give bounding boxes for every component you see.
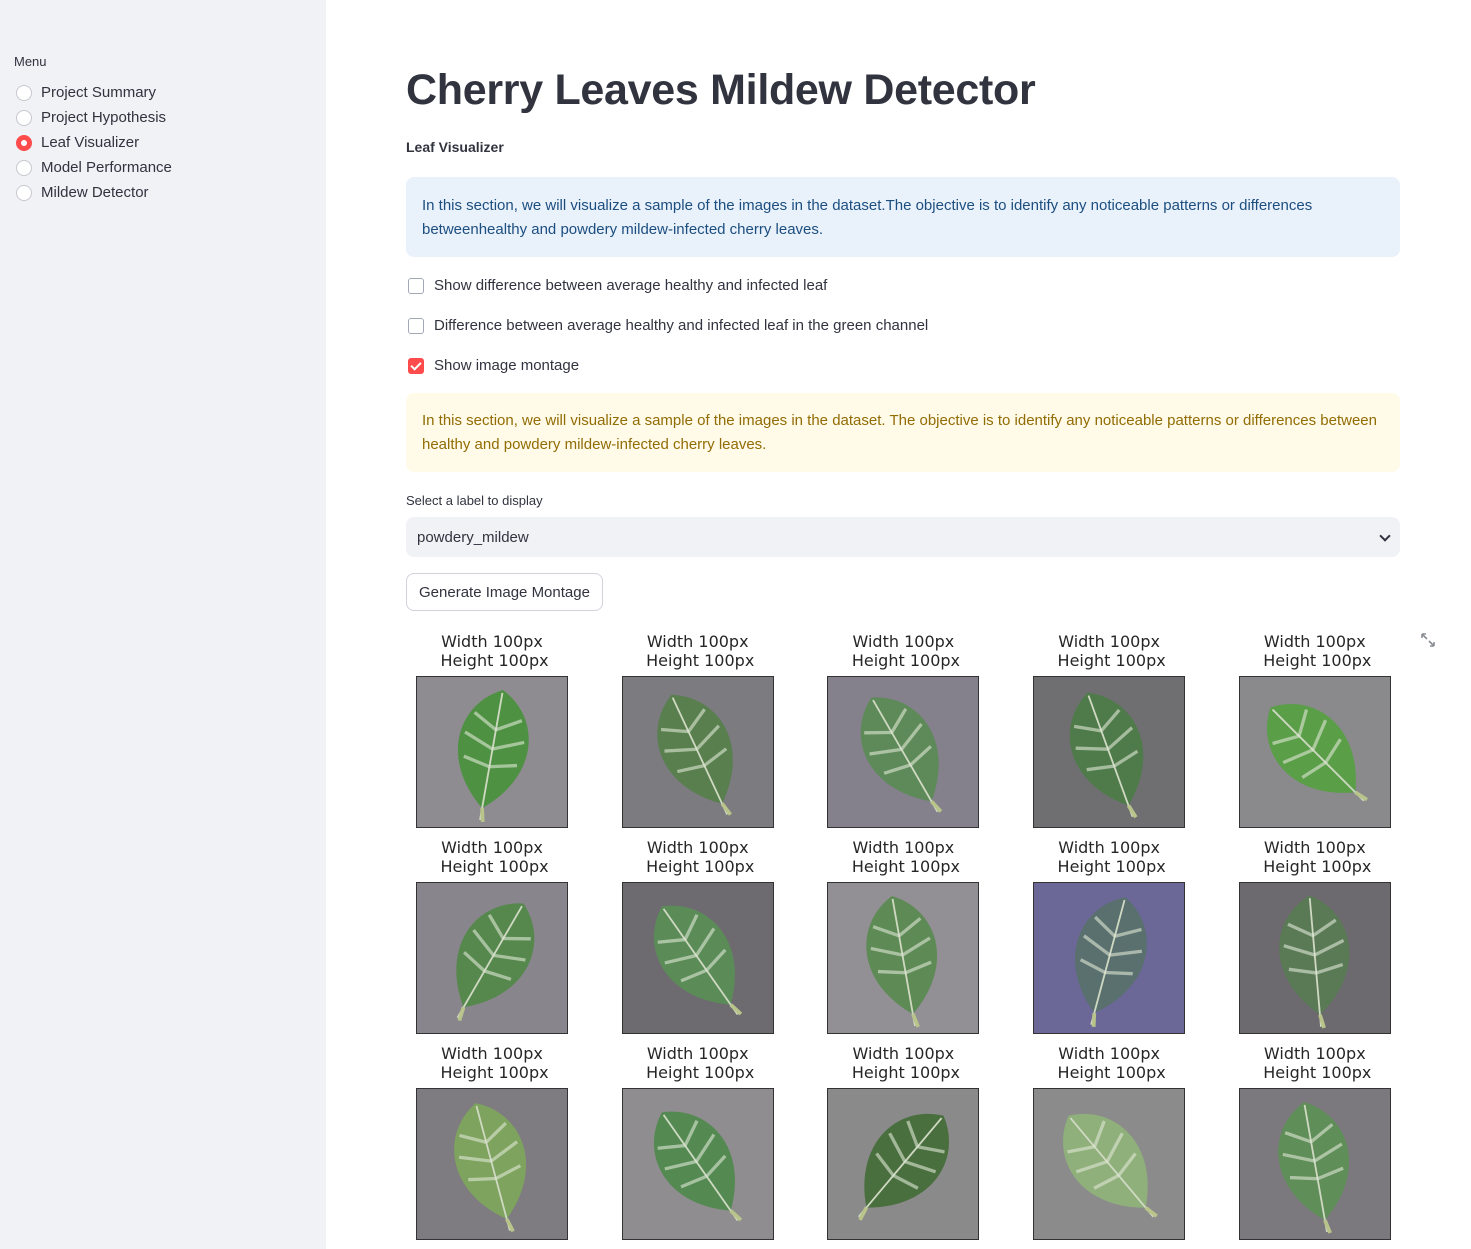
leaf-icon — [1034, 1089, 1185, 1239]
leaf-image — [416, 676, 568, 828]
image-caption: Width 100px Height 100px — [646, 838, 755, 876]
checkbox-show-difference[interactable]: Show difference between average healthy … — [408, 277, 827, 294]
leaf-icon — [1034, 677, 1185, 827]
leaf-icon — [828, 677, 979, 827]
checkbox-label: Show difference between average healthy … — [434, 277, 828, 294]
montage-cell: Width 100px Height 100px — [827, 1044, 980, 1240]
montage-cell: Width 100px Height 100px — [1033, 838, 1186, 1034]
leaf-image — [827, 1088, 980, 1240]
montage-cell: Width 100px Height 100px — [416, 632, 568, 828]
menu-label: Menu — [14, 54, 47, 69]
leaf-icon — [1239, 883, 1390, 1033]
radio-button-icon[interactable] — [16, 84, 32, 101]
image-caption: Width 100px Height 100px — [851, 632, 960, 670]
leaf-icon — [622, 677, 773, 827]
menu-radio-group: Project Summary Project Hypothesis Leaf … — [16, 80, 172, 205]
checkbox-icon[interactable] — [408, 317, 424, 334]
section-subtitle: Leaf Visualizer — [406, 139, 504, 155]
leaf-image — [1033, 676, 1186, 828]
page-title: Cherry Leaves Mildew Detector — [406, 66, 1036, 114]
leaf-image — [621, 1088, 774, 1240]
leaf-image — [1033, 882, 1186, 1034]
leaf-icon — [828, 883, 979, 1033]
leaf-icon — [828, 1089, 979, 1239]
montage-cell: Width 100px Height 100px — [827, 632, 980, 828]
image-caption: Width 100px Height 100px — [851, 838, 960, 876]
checkbox-green-channel[interactable]: Difference between average healthy and i… — [408, 317, 928, 334]
select-value: powdery_mildew — [417, 528, 529, 546]
radio-button-selected-icon[interactable] — [16, 134, 32, 151]
menu-item-label: Model Performance — [41, 159, 172, 176]
leaf-image — [827, 882, 980, 1034]
montage-cell: Width 100px Height 100px — [621, 838, 774, 1034]
leaf-icon — [622, 883, 773, 1033]
leaf-icon — [622, 1089, 773, 1239]
radio-button-icon[interactable] — [16, 184, 32, 201]
leaf-image — [621, 676, 774, 828]
label-select-dropdown[interactable]: powdery_mildew — [406, 517, 1400, 557]
leaf-image — [827, 676, 980, 828]
image-caption: Width 100px Height 100px — [440, 1044, 549, 1082]
montage-cell: Width 100px Height 100px — [621, 1044, 774, 1240]
leaf-icon — [417, 883, 567, 1033]
montage-cell: Width 100px Height 100px — [416, 838, 568, 1034]
menu-item-project-hypothesis[interactable]: Project Hypothesis — [16, 105, 172, 130]
image-caption: Width 100px Height 100px — [851, 1044, 960, 1082]
radio-button-icon[interactable] — [16, 109, 32, 126]
checkbox-checked-icon[interactable] — [408, 357, 424, 374]
leaf-icon — [417, 677, 567, 827]
leaf-icon — [1034, 883, 1185, 1033]
checkbox-icon[interactable] — [408, 277, 424, 294]
warning-alert: In this section, we will visualize a sam… — [406, 393, 1400, 472]
image-caption: Width 100px Height 100px — [1263, 1044, 1372, 1082]
generate-montage-button[interactable]: Generate Image Montage — [406, 573, 603, 611]
leaf-image — [621, 882, 774, 1034]
montage-cell: Width 100px Height 100px — [827, 838, 980, 1034]
select-label: Select a label to display — [406, 493, 543, 508]
image-caption: Width 100px Height 100px — [1263, 838, 1372, 876]
image-caption: Width 100px Height 100px — [440, 632, 549, 670]
menu-item-label: Project Hypothesis — [41, 109, 167, 126]
menu-item-label: Leaf Visualizer — [41, 134, 140, 151]
leaf-image — [1238, 882, 1391, 1034]
checkbox-label: Difference between average healthy and i… — [434, 317, 929, 334]
montage-cell: Width 100px Height 100px — [1238, 1044, 1391, 1240]
image-caption: Width 100px Height 100px — [646, 632, 755, 670]
info-alert: In this section, we will visualize a sam… — [406, 177, 1400, 257]
chevron-down-icon[interactable] — [1379, 532, 1389, 542]
leaf-image — [1238, 676, 1391, 828]
checkbox-show-montage[interactable]: Show image montage — [408, 357, 579, 374]
menu-item-model-performance[interactable]: Model Performance — [16, 155, 172, 180]
montage-cell: Width 100px Height 100px — [621, 632, 774, 828]
menu-item-mildew-detector[interactable]: Mildew Detector — [16, 180, 172, 205]
montage-cell: Width 100px Height 100px — [416, 1044, 568, 1240]
radio-button-icon[interactable] — [16, 159, 32, 176]
leaf-image — [416, 882, 568, 1034]
montage-cell: Width 100px Height 100px — [1238, 838, 1391, 1034]
menu-item-label: Project Summary — [41, 84, 157, 101]
montage-cell: Width 100px Height 100px — [1033, 632, 1186, 828]
leaf-icon — [417, 1089, 567, 1239]
menu-item-leaf-visualizer[interactable]: Leaf Visualizer — [16, 130, 172, 155]
menu-item-label: Mildew Detector — [41, 184, 149, 201]
expand-icon[interactable] — [1420, 632, 1436, 648]
montage-cell: Width 100px Height 100px — [1238, 632, 1391, 828]
montage-cell: Width 100px Height 100px — [1033, 1044, 1186, 1240]
checkbox-label: Show image montage — [434, 357, 580, 374]
leaf-image — [1238, 1088, 1391, 1240]
image-caption: Width 100px Height 100px — [1057, 838, 1166, 876]
image-caption: Width 100px Height 100px — [1057, 632, 1166, 670]
leaf-image — [1033, 1088, 1186, 1240]
sidebar: Menu Project Summary Project Hypothesis … — [0, 0, 326, 1249]
menu-item-project-summary[interactable]: Project Summary — [16, 80, 172, 105]
image-caption: Width 100px Height 100px — [440, 838, 549, 876]
leaf-image — [416, 1088, 568, 1240]
leaf-icon — [1239, 1089, 1390, 1239]
image-caption: Width 100px Height 100px — [1057, 1044, 1166, 1082]
image-caption: Width 100px Height 100px — [1263, 632, 1372, 670]
leaf-icon — [1239, 677, 1390, 827]
image-caption: Width 100px Height 100px — [646, 1044, 755, 1082]
